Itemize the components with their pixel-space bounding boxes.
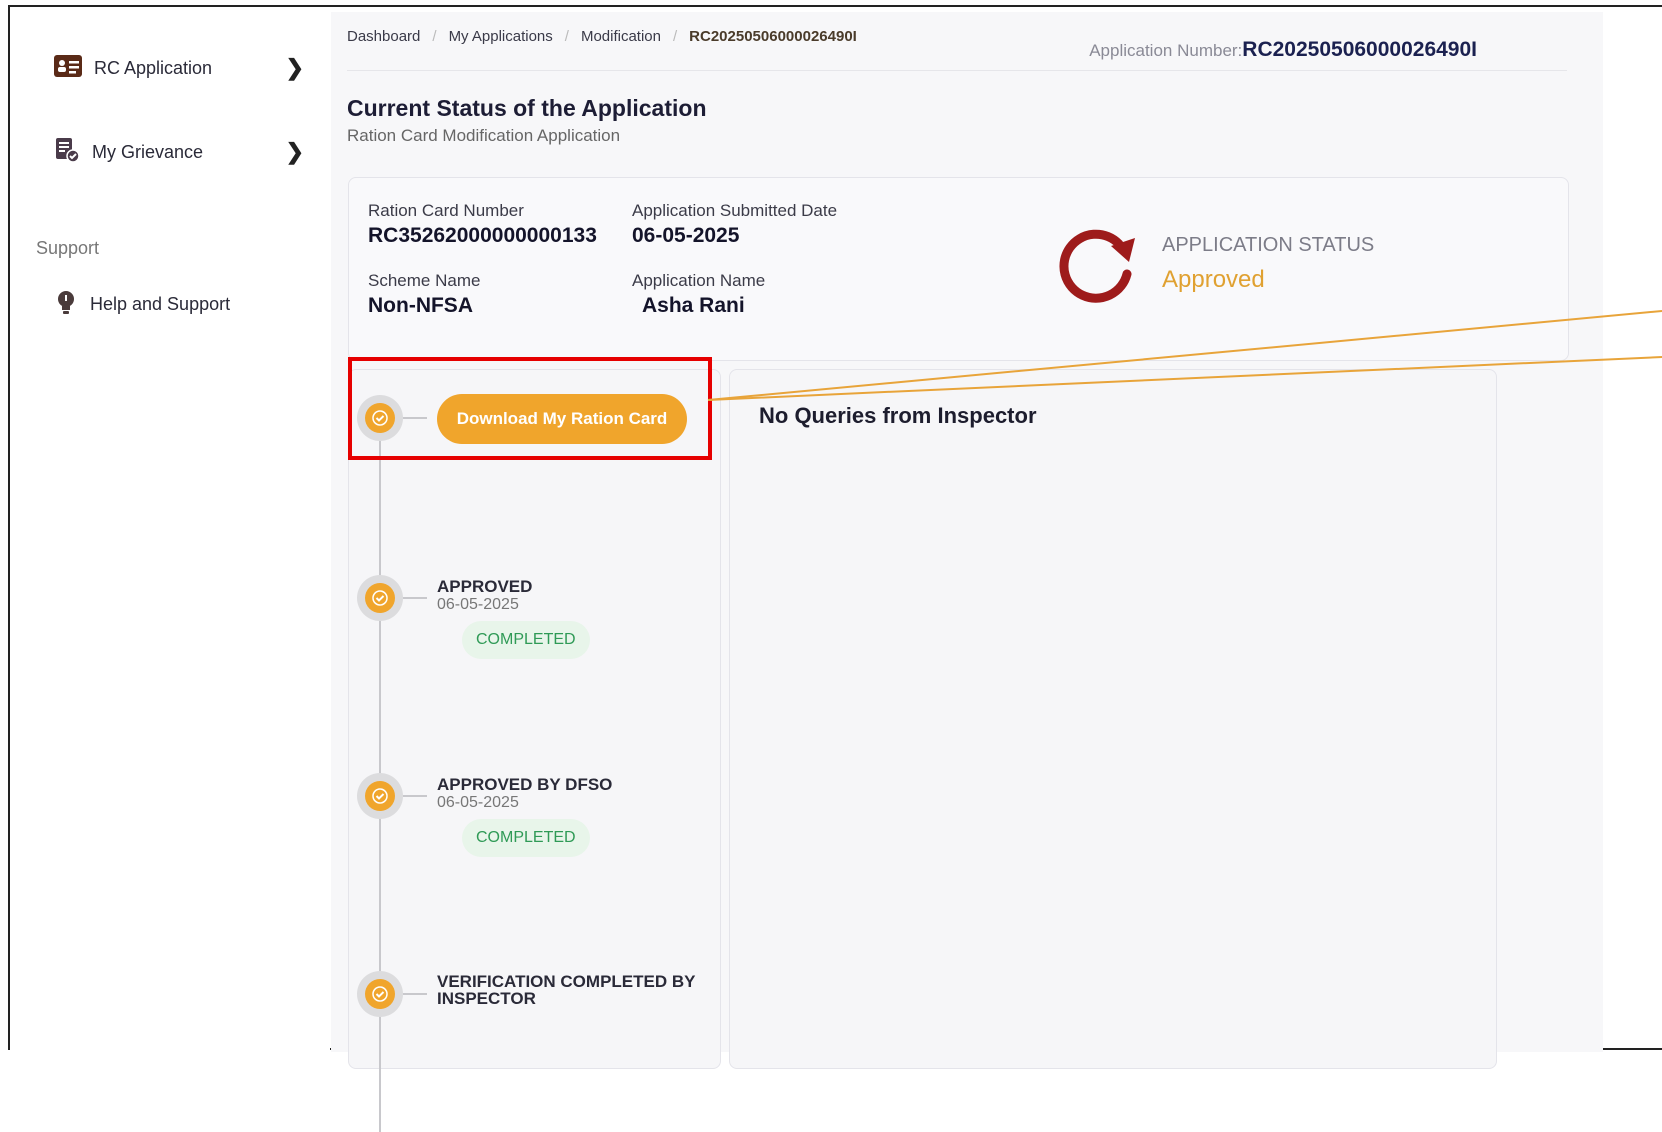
sidebar-item-help-and-support[interactable]: Help and Support — [54, 284, 304, 324]
check-icon — [365, 781, 395, 811]
document-check-icon — [54, 137, 80, 168]
breadcrumb-separator: / — [673, 28, 678, 45]
step-title: VERIFICATION COMPLETED BY INSPECTOR — [437, 972, 696, 1008]
breadcrumb-my-applications[interactable]: My Applications — [449, 28, 553, 45]
submitted-date-value: 06-05-2025 — [632, 224, 740, 247]
sidebar-item-rc-application[interactable]: RC Application ❯ — [54, 48, 304, 88]
application-name-label: Application Name — [632, 271, 766, 290]
refresh-status-icon — [1049, 216, 1145, 312]
ration-card-number-value: RC35262000000000133 — [368, 224, 597, 247]
step-date: 06-05-2025 — [437, 596, 519, 613]
status-badge: COMPLETED — [462, 819, 590, 857]
scheme-name-label: Scheme Name — [368, 271, 481, 290]
timeline-node — [357, 575, 403, 621]
sidebar-item-label: RC Application — [94, 57, 213, 78]
application-name-value: Asha Rani — [642, 294, 745, 317]
step-title: APPROVED BY DFSO — [437, 775, 613, 794]
divider — [347, 70, 1567, 71]
step-title: APPROVED — [437, 577, 533, 596]
check-icon — [365, 583, 395, 613]
application-number: Application Number:RC20250506000026490I — [1089, 38, 1477, 62]
application-status-value: Approved — [1162, 266, 1265, 293]
application-status-label: APPLICATION STATUS — [1162, 234, 1375, 256]
submitted-date-label: Application Submitted Date — [632, 201, 838, 220]
timeline-connector — [403, 795, 427, 797]
sidebar-item-my-grievance[interactable]: My Grievance ❯ — [54, 132, 304, 172]
timeline-connector — [403, 993, 427, 995]
breadcrumb-separator: / — [432, 28, 437, 45]
status-timeline: Download My Ration Card APPROVED 06-05-2… — [348, 369, 721, 1132]
check-icon — [365, 979, 395, 1009]
timeline-node — [357, 971, 403, 1017]
queries-title: No Queries from Inspector — [759, 403, 1037, 428]
sidebar-item-label: My Grievance — [92, 141, 204, 162]
inspector-queries-panel: No Queries from Inspector — [729, 369, 1497, 1069]
application-number-value: RC20250506000026490I — [1242, 38, 1477, 61]
page-subtitle: Ration Card Modification Application — [347, 126, 621, 145]
step-date: 06-05-2025 — [437, 794, 519, 811]
scheme-name-value: Non-NFSA — [368, 294, 473, 317]
support-heading: Support — [36, 238, 100, 258]
breadcrumb: Dashboard / My Applications / Modificati… — [347, 28, 857, 45]
page-title: Current Status of the Application — [347, 95, 707, 121]
sidebar-item-label: Help and Support — [90, 293, 231, 314]
highlight-box — [348, 357, 712, 460]
application-info-card: Ration Card Number RC35262000000000133 A… — [348, 177, 1569, 361]
lightbulb-icon — [54, 289, 78, 320]
breadcrumb-current: RC20250506000026490I — [689, 28, 857, 45]
breadcrumb-modification[interactable]: Modification — [581, 28, 661, 45]
timeline-node — [357, 773, 403, 819]
application-number-label: Application Number: — [1089, 41, 1243, 60]
breadcrumb-dashboard[interactable]: Dashboard — [347, 28, 420, 45]
chevron-right-icon: ❯ — [285, 55, 304, 80]
breadcrumb-separator: / — [564, 28, 569, 45]
id-card-icon — [54, 54, 82, 82]
status-badge: COMPLETED — [462, 621, 590, 659]
timeline-connector — [403, 597, 427, 599]
sidebar: RC Application ❯ My Grievance ❯ Support … — [10, 12, 330, 1052]
main-content: Dashboard / My Applications / Modificati… — [331, 12, 1603, 1132]
chevron-right-icon: ❯ — [285, 139, 304, 164]
ration-card-number-label: Ration Card Number — [368, 201, 524, 220]
